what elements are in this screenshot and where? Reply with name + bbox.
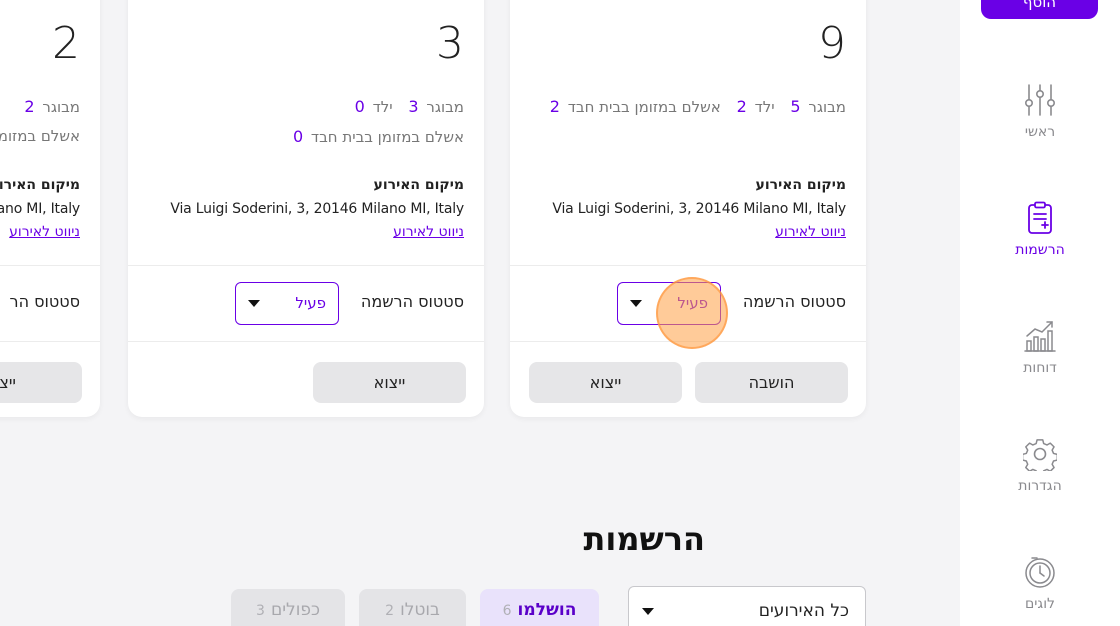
chevron-down-icon <box>248 300 260 307</box>
cash-label: אשלם במזומן בבית חבד <box>567 98 721 116</box>
navigate-link[interactable]: ניווט לאירוע <box>775 224 846 240</box>
tab-label: כפולים <box>270 600 320 620</box>
adult-count: 3 <box>408 97 419 116</box>
main-content: 9 מבוגר 5 ילד 2 אשלם במזומן בבית חבד 2 מ… <box>0 0 960 626</box>
sidebar-item-label: ראשי <box>1024 124 1056 140</box>
export-button[interactable]: ייצוא <box>529 362 682 403</box>
sidebar-item-label: דוחות <box>1023 360 1057 376</box>
registration-count: 9 <box>818 18 846 69</box>
sidebar-item-home[interactable]: ראשי <box>960 83 1120 173</box>
divider <box>0 265 100 266</box>
tab-count: 6 <box>502 603 512 619</box>
location-address: ano MI, Italy <box>0 201 80 217</box>
status-value: פעיל <box>677 294 708 312</box>
status-value: פעיל <box>295 294 326 312</box>
adult-label: מבוגר <box>42 98 80 116</box>
navigate-link[interactable]: ניווט לאירוע <box>9 224 80 240</box>
location-address: Via Luigi Soderini, 3, 20146 Milano MI, … <box>170 201 464 217</box>
event-filter-value: כל האירועים <box>758 601 849 621</box>
status-label: סטטוס הר <box>9 292 80 311</box>
divider <box>510 341 866 342</box>
sidebar-item-label: הגדרות <box>1018 478 1062 494</box>
timer-icon <box>960 555 1120 589</box>
divider <box>128 341 484 342</box>
section-title: הרשמות <box>583 520 705 558</box>
location-address: Via Luigi Soderini, 3, 20146 Milano MI, … <box>552 201 846 217</box>
child-label: ילד <box>754 98 775 116</box>
navigate-link[interactable]: ניווט לאירוע <box>393 224 464 240</box>
event-filter-dropdown[interactable]: כל האירועים <box>628 586 866 626</box>
cash-label: אשלם במזומן בבית חבד <box>310 128 464 146</box>
tab-cancelled[interactable]: בוטלו 2 <box>359 589 466 626</box>
sliders-icon <box>960 83 1120 117</box>
sidebar-item-registrations[interactable]: הרשמות <box>960 201 1120 291</box>
sidebar-item-settings[interactable]: הגדרות <box>960 437 1120 527</box>
event-card: 3 מבוגר 3 ילד 0 אשלם במזומן בבית חבד 0 מ… <box>128 0 484 417</box>
status-label: סטטוס הרשמה <box>360 292 464 311</box>
divider <box>0 341 100 342</box>
chevron-down-icon <box>642 608 654 615</box>
sidebar-item-logs[interactable]: לוגים <box>960 555 1120 626</box>
child-count: 0 <box>354 97 365 116</box>
tab-label: הושלמו <box>517 600 577 620</box>
export-button[interactable]: ייצוא <box>313 362 466 403</box>
gear-icon <box>960 437 1120 471</box>
adult-count: 5 <box>790 97 801 116</box>
cash-label: אשלם במזומן <box>0 127 80 145</box>
chart-icon <box>960 319 1120 353</box>
registration-count: 3 <box>436 18 464 69</box>
adult-label: מבוגר <box>426 98 464 116</box>
cash-info: אשלם במזומן בבית חבד 0 <box>290 127 464 146</box>
adult-label: מבוגר <box>808 98 846 116</box>
seating-button[interactable]: הושבה <box>695 362 848 403</box>
attendee-counts: מבוגר 5 ילד 2 אשלם במזומן בבית חבד 2 <box>547 97 846 116</box>
event-card: 2 מבוגר 2 אשלם במזומן מיקום האירוע ano M… <box>0 0 100 417</box>
attendee-counts: מבוגר 2 <box>21 97 80 116</box>
status-dropdown[interactable]: פעיל <box>617 282 721 325</box>
location-title: מיקום האירוע <box>373 177 464 193</box>
sidebar-item-label: הרשמות <box>1015 242 1065 258</box>
attendee-counts: מבוגר 3 ילד 0 <box>352 97 464 116</box>
child-count: 2 <box>736 97 747 116</box>
tab-count: 3 <box>256 603 265 619</box>
clipboard-icon <box>960 201 1120 235</box>
location-title: מיקום האירוע <box>0 177 80 193</box>
divider <box>128 265 484 266</box>
child-label: ילד <box>372 98 393 116</box>
status-label: סטטוס הרשמה <box>742 292 846 311</box>
adult-count: 2 <box>24 97 35 116</box>
export-button[interactable]: ייצו <box>0 362 82 403</box>
registration-count: 2 <box>52 18 80 69</box>
cash-count: 0 <box>292 127 304 146</box>
event-card: 9 מבוגר 5 ילד 2 אשלם במזומן בבית חבד 2 מ… <box>510 0 866 417</box>
tab-count: 2 <box>385 603 395 619</box>
sidebar-item-label: לוגים <box>1025 596 1055 612</box>
tab-label: בוטלו <box>400 600 440 620</box>
divider <box>510 265 866 266</box>
sidebar-item-reports[interactable]: דוחות <box>960 319 1120 409</box>
tab-completed[interactable]: הושלמו 6 <box>480 589 599 626</box>
cash-count: 2 <box>549 97 560 116</box>
add-button[interactable]: הוסף <box>981 0 1098 19</box>
tab-duplicates[interactable]: כפולים 3 <box>231 589 345 626</box>
status-dropdown[interactable]: פעיל <box>235 282 339 325</box>
cash-info: אשלם במזומן <box>0 127 80 145</box>
chevron-down-icon <box>630 300 642 307</box>
location-title: מיקום האירוע <box>755 177 846 193</box>
